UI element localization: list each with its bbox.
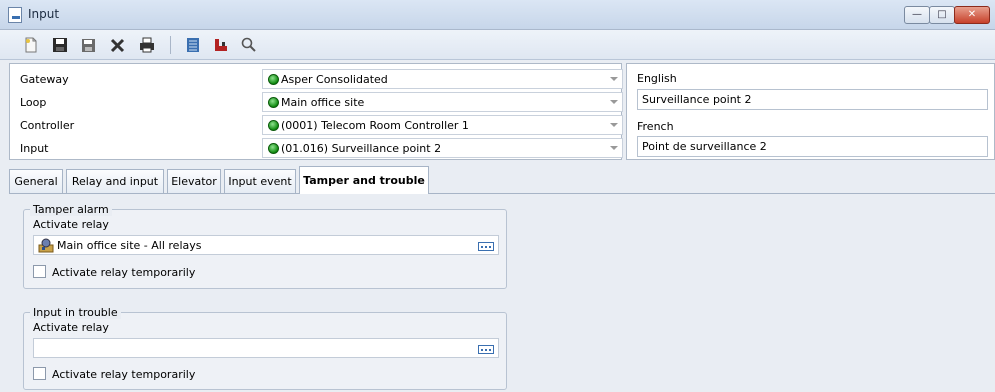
save-as-icon[interactable]	[80, 36, 98, 54]
tamper-alarm-group: Tamper alarm Activate relay Main office …	[23, 203, 507, 289]
input-in-trouble-legend: Input in trouble	[30, 306, 121, 319]
tamper-relay-value: Main office site - All relays	[57, 239, 202, 252]
browse-icon[interactable]	[478, 344, 494, 354]
loop-row: Loop Main office site	[10, 92, 623, 112]
french-name-field[interactable]	[637, 136, 988, 157]
trouble-temporary-checkbox[interactable]	[33, 367, 46, 380]
tamper-activate-relay-label: Activate relay	[33, 218, 109, 231]
tamper-alarm-legend: Tamper alarm	[30, 203, 112, 216]
status-online-icon	[268, 74, 279, 85]
link-icon[interactable]	[212, 36, 230, 54]
gateway-label: Gateway	[20, 73, 69, 86]
tamper-relay-field[interactable]: Main office site - All relays	[33, 235, 499, 255]
list-icon[interactable]	[184, 36, 202, 54]
french-label: French	[637, 120, 674, 133]
trouble-activate-relay-label: Activate relay	[33, 321, 109, 334]
gateway-row: Gateway Asper Consolidated	[10, 69, 623, 89]
chevron-down-icon	[610, 123, 618, 127]
close-button[interactable]: ✕	[954, 6, 990, 24]
chevron-down-icon	[610, 100, 618, 104]
tab-elevator[interactable]: Elevator	[167, 169, 221, 193]
chevron-down-icon	[610, 146, 618, 150]
english-label: English	[637, 72, 677, 85]
chevron-down-icon	[610, 77, 618, 81]
tab-content: Tamper alarm Activate relay Main office …	[9, 193, 995, 392]
language-panel: English French	[626, 63, 995, 160]
english-name-field[interactable]	[637, 89, 988, 110]
trouble-temporary-label: Activate relay temporarily	[52, 368, 196, 381]
gateway-value: Asper Consolidated	[281, 73, 388, 86]
trouble-relay-field[interactable]	[33, 338, 499, 358]
window-title: Input	[28, 7, 60, 21]
tab-general[interactable]: General	[9, 169, 63, 193]
new-icon[interactable]	[22, 36, 40, 54]
loop-label: Loop	[20, 96, 47, 109]
controller-label: Controller	[20, 119, 75, 132]
browse-icon[interactable]	[478, 241, 494, 251]
save-icon[interactable]	[51, 36, 69, 54]
input-value: (01.016) Surveillance point 2	[281, 142, 442, 155]
relay-group-icon	[38, 238, 54, 253]
maximize-button[interactable]: □	[929, 6, 955, 24]
app-icon	[8, 7, 22, 23]
input-label: Input	[20, 142, 49, 155]
input-select[interactable]: (01.016) Surveillance point 2	[262, 138, 623, 158]
print-icon[interactable]	[138, 36, 156, 54]
loop-value: Main office site	[281, 96, 365, 109]
controller-value: (0001) Telecom Room Controller 1	[281, 119, 469, 132]
tab-relay-and-input[interactable]: Relay and input	[66, 169, 164, 193]
input-row: Input (01.016) Surveillance point 2	[10, 138, 623, 158]
input-in-trouble-group: Input in trouble Activate relay Activate…	[23, 306, 507, 390]
search-icon[interactable]	[240, 36, 258, 54]
delete-icon[interactable]	[109, 36, 127, 54]
status-online-icon	[268, 143, 279, 154]
toolbar-separator	[170, 36, 171, 54]
title-bar: Input — □ ✕	[0, 0, 995, 30]
controller-row: Controller (0001) Telecom Room Controlle…	[10, 115, 623, 135]
loop-select[interactable]: Main office site	[262, 92, 623, 112]
toolbar	[0, 30, 995, 60]
tamper-temporary-label: Activate relay temporarily	[52, 266, 196, 279]
tab-input-event[interactable]: Input event	[224, 169, 296, 193]
minimize-button[interactable]: —	[904, 6, 930, 24]
status-online-icon	[268, 97, 279, 108]
tab-tamper-and-trouble[interactable]: Tamper and trouble	[299, 166, 429, 194]
status-online-icon	[268, 120, 279, 131]
tamper-temporary-checkbox[interactable]	[33, 265, 46, 278]
controller-select[interactable]: (0001) Telecom Room Controller 1	[262, 115, 623, 135]
selection-panel: Gateway Asper Consolidated Loop Main off…	[9, 63, 623, 160]
gateway-select[interactable]: Asper Consolidated	[262, 69, 623, 89]
